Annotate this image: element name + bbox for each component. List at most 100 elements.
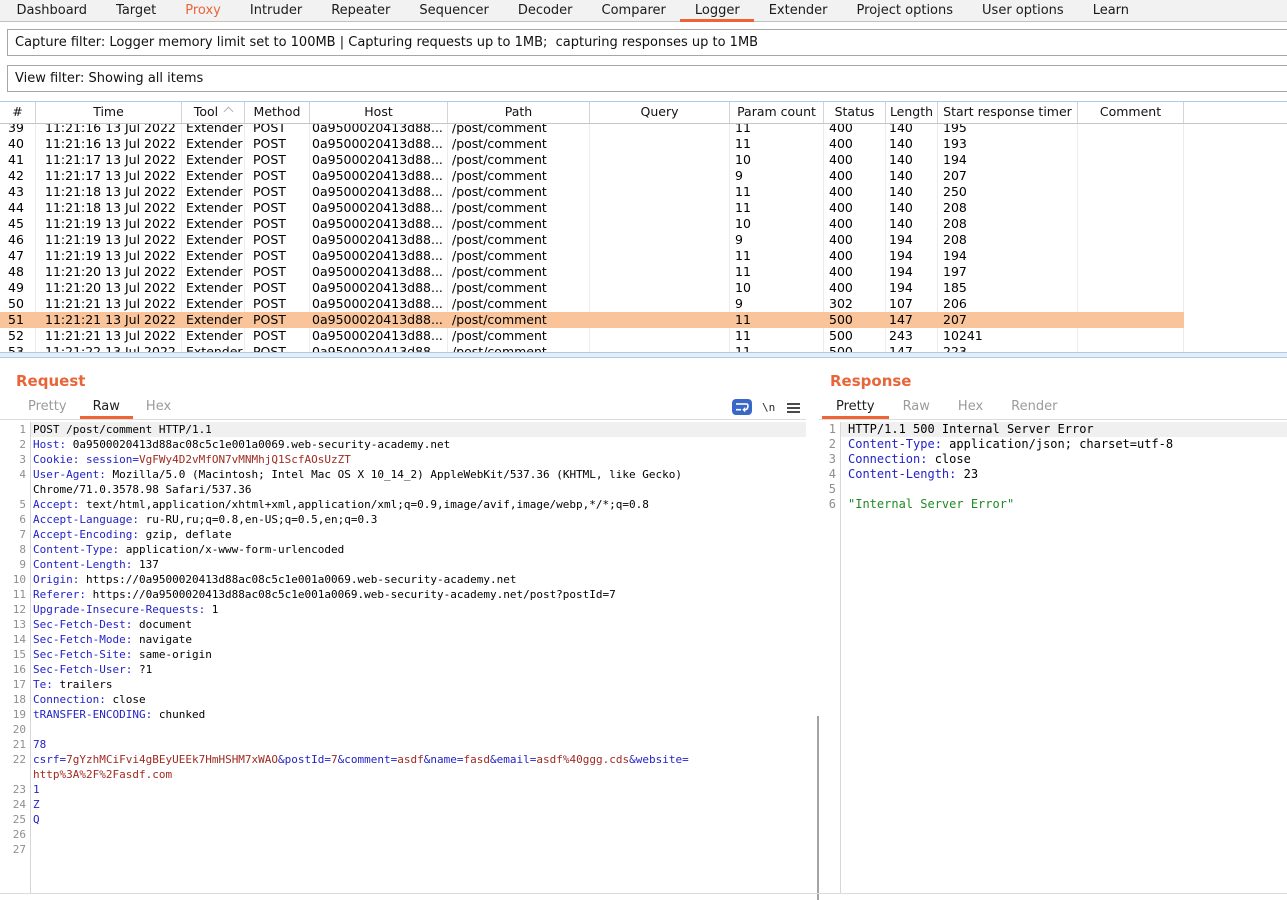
- cell-path: /post/comment: [448, 216, 590, 232]
- table-row-48[interactable]: 4811:21:20 13 Jul 2022ExtenderPOST0a9500…: [0, 264, 1184, 280]
- editor-line: 12Upgrade-Insecure-Requests: 1: [0, 602, 806, 617]
- table-row-42[interactable]: 4211:21:17 13 Jul 2022ExtenderPOST0a9500…: [0, 168, 1184, 184]
- soft-wrap-icon[interactable]: [732, 399, 752, 415]
- table-row-39[interactable]: 3911:21:16 13 Jul 2022ExtenderPOST0a9500…: [0, 124, 1184, 136]
- request-title: Request: [16, 371, 85, 391]
- cell-param_count: 11: [730, 136, 824, 152]
- cell-method: POST: [245, 184, 310, 200]
- table-row-44[interactable]: 4411:21:18 13 Jul 2022ExtenderPOST0a9500…: [0, 200, 1184, 216]
- cell-tool: Extender: [182, 280, 245, 296]
- cell-start_response_timer: 207: [938, 312, 1078, 328]
- cell-num: 43: [0, 184, 36, 200]
- table-row-40[interactable]: 4011:21:16 13 Jul 2022ExtenderPOST0a9500…: [0, 136, 1184, 152]
- editor-line: 2178: [0, 737, 806, 752]
- cell-length: 147: [886, 312, 938, 328]
- response-tab-hex[interactable]: Hex: [944, 396, 997, 417]
- cell-start_response_timer: 195: [938, 124, 1078, 136]
- menu-item-intruder[interactable]: Intruder: [235, 0, 316, 21]
- cell-status: 400: [824, 168, 886, 184]
- menu-item-sequencer[interactable]: Sequencer: [405, 0, 503, 21]
- cell-method: POST: [245, 152, 310, 168]
- capture-filter-bar[interactable]: Capture filter: Logger memory limit set …: [7, 29, 1287, 56]
- table-row-51[interactable]: 5111:21:21 13 Jul 2022ExtenderPOST0a9500…: [0, 312, 1184, 328]
- cell-method: POST: [245, 168, 310, 184]
- cell-host: 0a9500020413d88...: [310, 200, 448, 216]
- menu-item-repeater[interactable]: Repeater: [317, 0, 405, 21]
- table-row-50[interactable]: 5011:21:21 13 Jul 2022ExtenderPOST0a9500…: [0, 296, 1184, 312]
- cell-time: 11:21:19 13 Jul 2022: [36, 216, 182, 232]
- cell-comment: [1078, 168, 1184, 184]
- column-header-status[interactable]: Status: [824, 102, 886, 123]
- table-row-53[interactable]: 5311:21:22 13 Jul 2022ExtenderPOST0a9500…: [0, 344, 1184, 352]
- menu-item-comparer[interactable]: Comparer: [587, 0, 680, 21]
- column-header-index[interactable]: #: [0, 102, 36, 123]
- menu-item-logger[interactable]: Logger: [680, 0, 754, 21]
- menu-item-user-options[interactable]: User options: [968, 0, 1079, 21]
- menu-item-project-options[interactable]: Project options: [842, 0, 968, 21]
- column-header-path[interactable]: Path: [448, 102, 590, 123]
- editor-line: 2Content-Type: application/json; charset…: [819, 437, 1287, 452]
- table-row-52[interactable]: 5211:21:21 13 Jul 2022ExtenderPOST0a9500…: [0, 328, 1184, 344]
- cell-comment: [1078, 344, 1184, 352]
- column-header-method[interactable]: Method: [245, 102, 310, 123]
- column-header-param-count[interactable]: Param count: [730, 102, 824, 123]
- table-row-49[interactable]: 4911:21:20 13 Jul 2022ExtenderPOST0a9500…: [0, 280, 1184, 296]
- cell-time: 11:21:19 13 Jul 2022: [36, 248, 182, 264]
- cell-host: 0a9500020413d88...: [310, 184, 448, 200]
- newline-icon[interactable]: \n: [762, 401, 775, 414]
- response-tab-pretty[interactable]: Pretty: [822, 396, 889, 417]
- request-tab-hex[interactable]: Hex: [133, 396, 184, 417]
- request-editor[interactable]: 1POST /post/comment HTTP/1.12Host: 0a950…: [0, 422, 806, 857]
- cell-start_response_timer: 10241: [938, 328, 1078, 344]
- cell-method: POST: [245, 344, 310, 352]
- table-row-45[interactable]: 4511:21:19 13 Jul 2022ExtenderPOST0a9500…: [0, 216, 1184, 232]
- cell-num: 42: [0, 168, 36, 184]
- column-header-host[interactable]: Host: [310, 102, 448, 123]
- cell-num: 51: [0, 312, 36, 328]
- cell-length: 194: [886, 232, 938, 248]
- cell-time: 11:21:22 13 Jul 2022: [36, 344, 182, 352]
- response-editor[interactable]: 1HTTP/1.1 500 Internal Server Error2Cont…: [819, 422, 1287, 512]
- column-header-comment[interactable]: Comment: [1078, 102, 1184, 123]
- table-row-47[interactable]: 4711:21:19 13 Jul 2022ExtenderPOST0a9500…: [0, 248, 1184, 264]
- column-header-length[interactable]: Length: [886, 102, 938, 123]
- table-row-43[interactable]: 4311:21:18 13 Jul 2022ExtenderPOST0a9500…: [0, 184, 1184, 200]
- cell-tool: Extender: [182, 152, 245, 168]
- editor-line: 27: [0, 842, 806, 857]
- cell-num: 49: [0, 280, 36, 296]
- menu-item-decoder[interactable]: Decoder: [503, 0, 587, 21]
- editor-line: 6Accept-Language: ru-RU,ru;q=0.8,en-US;q…: [0, 512, 806, 527]
- menu-item-proxy[interactable]: Proxy: [171, 0, 236, 21]
- table-row-41[interactable]: 4111:21:17 13 Jul 2022ExtenderPOST0a9500…: [0, 152, 1184, 168]
- cell-start_response_timer: 206: [938, 296, 1078, 312]
- editor-line: 4User-Agent: Mozilla/5.0 (Macintosh; Int…: [0, 467, 806, 482]
- table-row-46[interactable]: 4611:21:19 13 Jul 2022ExtenderPOST0a9500…: [0, 232, 1184, 248]
- view-filter-bar[interactable]: View filter: Showing all items: [7, 65, 1287, 92]
- cell-comment: [1078, 280, 1184, 296]
- column-header-time[interactable]: Time: [36, 102, 182, 123]
- cell-start_response_timer: 250: [938, 184, 1078, 200]
- response-tab-raw[interactable]: Raw: [889, 396, 944, 417]
- cell-query: [590, 264, 730, 280]
- editor-line: 6"Internal Server Error": [819, 497, 1287, 512]
- cell-num: 47: [0, 248, 36, 264]
- menu-item-target[interactable]: Target: [102, 0, 171, 21]
- cell-param_count: 11: [730, 344, 824, 352]
- cell-status: 400: [824, 200, 886, 216]
- editor-line: 16Sec-Fetch-User: ?1: [0, 662, 806, 677]
- cell-query: [590, 152, 730, 168]
- editor-menu-icon[interactable]: [787, 403, 800, 413]
- column-header-start-response-timer[interactable]: Start response timer: [938, 102, 1078, 123]
- editor-line: 22csrf=7gYzhMCiFvi4gBEyUEEk7HmHSHM7xWAO&…: [0, 752, 806, 767]
- column-header-query[interactable]: Query: [590, 102, 730, 123]
- cell-host: 0a9500020413d88...: [310, 152, 448, 168]
- column-header-tool[interactable]: Tool: [182, 102, 245, 123]
- request-tab-pretty[interactable]: Pretty: [15, 396, 80, 417]
- menu-item-learn[interactable]: Learn: [1078, 0, 1143, 21]
- menu-item-dashboard[interactable]: Dashboard: [2, 0, 102, 21]
- cell-param_count: 9: [730, 296, 824, 312]
- cell-status: 500: [824, 328, 886, 344]
- request-tab-raw[interactable]: Raw: [80, 396, 133, 417]
- response-tab-render[interactable]: Render: [997, 396, 1071, 417]
- menu-item-extender[interactable]: Extender: [754, 0, 842, 21]
